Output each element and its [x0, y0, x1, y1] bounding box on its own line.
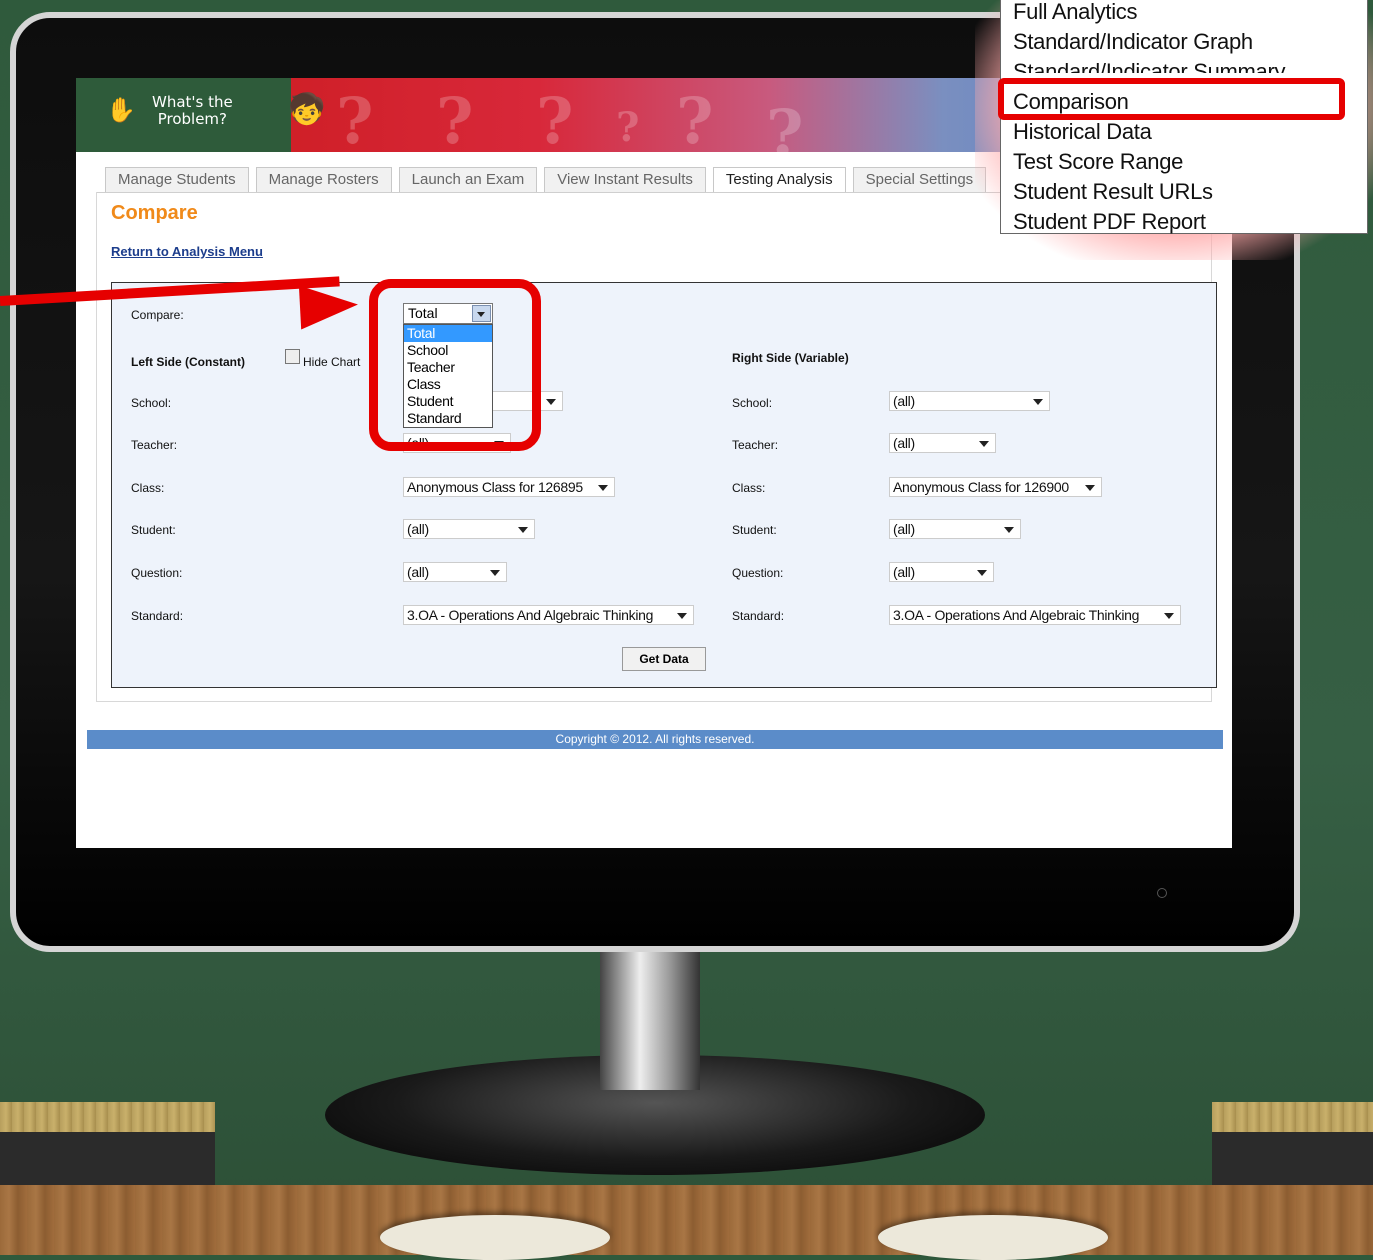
tab-special-settings[interactable]: Special Settings: [852, 167, 987, 192]
menu-item-test-score-range[interactable]: Test Score Range: [1013, 149, 1183, 175]
question-mark-decoration: ?: [616, 104, 640, 151]
menu-item-full-analytics[interactable]: Full Analytics: [1013, 0, 1137, 25]
menu-item-standard-indicator-graph[interactable]: Standard/Indicator Graph: [1013, 29, 1253, 55]
chalk-tray-right: [1212, 1102, 1373, 1192]
chevron-down-icon: [677, 613, 687, 619]
right-question-select[interactable]: (all): [889, 562, 994, 582]
menu-item-clip: Standard/Indicator Summary: [1001, 59, 1367, 73]
main-tabs: Manage Students Manage Rosters Launch an…: [105, 167, 987, 192]
hide-chart-label: Hide Chart: [303, 355, 361, 369]
monitor-foot-left: [380, 1215, 610, 1260]
right-student-select[interactable]: (all): [889, 519, 1021, 539]
chevron-down-icon: [598, 485, 608, 491]
chevron-down-icon: [1004, 527, 1014, 533]
right-class-select[interactable]: Anonymous Class for 126900: [889, 477, 1102, 497]
right-student-value: (all): [893, 521, 915, 537]
chevron-down-icon: [977, 570, 987, 576]
left-standard-label: Standard:: [131, 609, 184, 623]
left-standard-value: 3.OA - Operations And Algebraic Thinking: [407, 607, 654, 623]
chevron-down-icon: [1085, 485, 1095, 491]
compare-label: Compare:: [131, 308, 184, 322]
left-student-value: (all): [407, 521, 429, 537]
right-question-value: (all): [893, 564, 915, 580]
right-teacher-select[interactable]: (all): [889, 433, 996, 453]
question-mark-decoration: ?: [536, 84, 574, 159]
return-to-analysis-link[interactable]: Return to Analysis Menu: [111, 244, 263, 259]
left-question-label: Question:: [131, 566, 183, 580]
left-student-label: Student:: [131, 523, 176, 537]
tab-view-instant-results[interactable]: View Instant Results: [544, 167, 706, 192]
right-class-label: Class:: [732, 481, 766, 495]
logo-line-2: Problem?: [157, 110, 228, 128]
site-logo[interactable]: ✋ What's the Problem?: [76, 78, 291, 152]
right-standard-label: Standard:: [732, 609, 785, 623]
chevron-down-icon: [1033, 399, 1043, 405]
power-indicator-icon: [1157, 888, 1167, 898]
comparison-highlight-frame: [998, 78, 1345, 120]
right-standard-value: 3.OA - Operations And Algebraic Thinking: [893, 607, 1140, 623]
right-class-value: Anonymous Class for 126900: [893, 479, 1069, 495]
compare-form-panel: Compare: Left Side (Constant) Hide Chart…: [111, 282, 1217, 688]
dropdown-highlight-frame: [369, 279, 541, 451]
right-teacher-label: Teacher:: [732, 438, 779, 452]
raised-hand-icon: ✋: [106, 97, 136, 124]
menu-item-student-result-urls[interactable]: Student Result URLs: [1013, 179, 1213, 205]
copyright-footer: Copyright © 2012. All rights reserved.: [87, 730, 1223, 749]
chalk-tray-left: [0, 1102, 215, 1192]
right-student-label: Student:: [732, 523, 777, 537]
right-standard-select[interactable]: 3.OA - Operations And Algebraic Thinking: [889, 605, 1181, 625]
logo-line-1: What's the: [152, 93, 233, 111]
chevron-down-icon: [979, 441, 989, 447]
right-school-label: School:: [732, 396, 773, 410]
menu-item-standard-indicator-summary[interactable]: Standard/Indicator Summary: [1013, 59, 1286, 73]
tab-launch-exam[interactable]: Launch an Exam: [398, 167, 538, 192]
get-data-button[interactable]: Get Data: [622, 647, 706, 671]
monitor-stand-neck: [600, 950, 700, 1090]
right-side-heading: Right Side (Variable): [732, 351, 849, 365]
right-teacher-value: (all): [893, 435, 915, 451]
chevron-down-icon: [546, 399, 556, 405]
right-school-select[interactable]: (all): [889, 391, 1050, 411]
chevron-down-icon: [1164, 613, 1174, 619]
monitor-foot-right: [878, 1215, 1108, 1260]
hide-chart-checkbox[interactable]: [285, 349, 300, 364]
left-class-select[interactable]: Anonymous Class for 126895: [403, 477, 615, 497]
tab-testing-analysis[interactable]: Testing Analysis: [712, 167, 846, 192]
question-mark-decoration: ?: [336, 84, 374, 159]
pointer-arrow-icon: [298, 282, 360, 330]
student-mascot-icon: 🧒: [288, 93, 326, 126]
left-side-heading: Left Side (Constant): [131, 355, 245, 369]
logo-text: What's the Problem?: [152, 94, 233, 128]
right-question-label: Question:: [732, 566, 784, 580]
tab-manage-rosters[interactable]: Manage Rosters: [255, 167, 392, 192]
chevron-down-icon: [490, 570, 500, 576]
left-student-select[interactable]: (all): [403, 519, 535, 539]
left-class-label: Class:: [131, 481, 165, 495]
chevron-down-icon: [518, 527, 528, 533]
left-school-label: School:: [131, 396, 172, 410]
question-mark-decoration: ?: [676, 84, 714, 159]
left-question-select[interactable]: (all): [403, 562, 507, 582]
wood-desk: [0, 1185, 1373, 1255]
left-teacher-label: Teacher:: [131, 438, 178, 452]
menu-item-historical-data[interactable]: Historical Data: [1013, 119, 1152, 145]
question-mark-decoration: ?: [766, 96, 804, 171]
right-school-value: (all): [893, 393, 915, 409]
menu-item-student-pdf-report[interactable]: Student PDF Report: [1013, 209, 1206, 235]
question-mark-decoration: ?: [436, 84, 474, 159]
tab-manage-students[interactable]: Manage Students: [105, 167, 249, 192]
left-standard-select[interactable]: 3.OA - Operations And Algebraic Thinking: [403, 605, 694, 625]
page-title: Compare: [111, 202, 198, 224]
left-question-value: (all): [407, 564, 429, 580]
left-class-value: Anonymous Class for 126895: [407, 479, 583, 495]
